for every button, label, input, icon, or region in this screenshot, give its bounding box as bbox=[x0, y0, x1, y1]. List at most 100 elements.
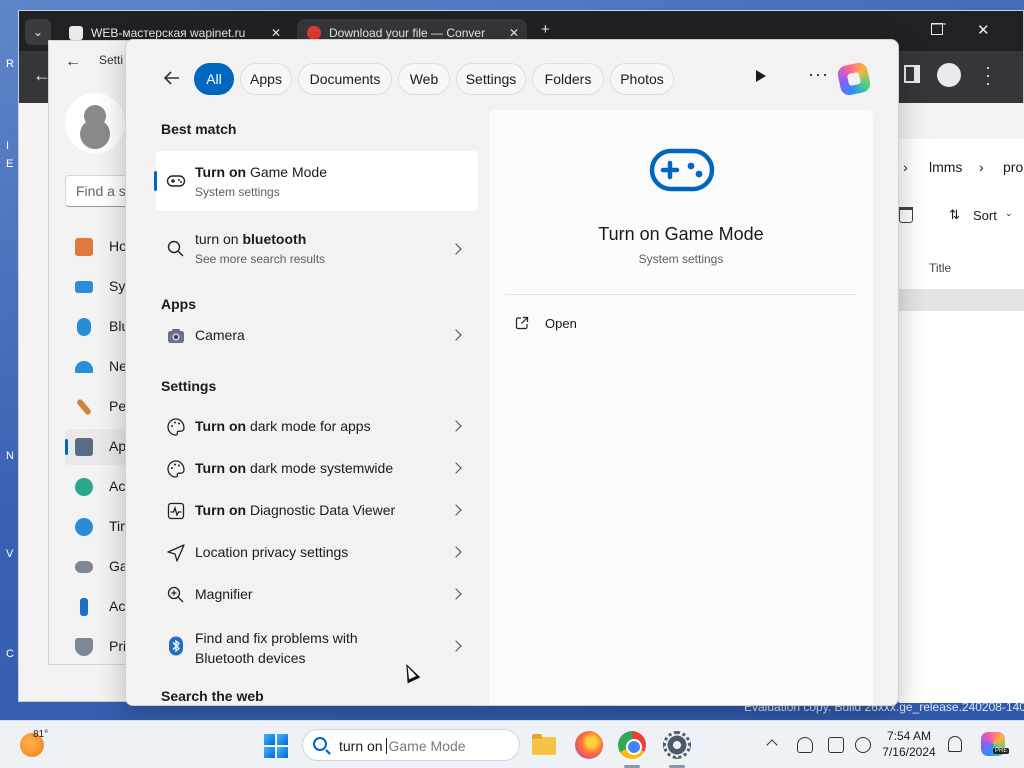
page-header-band bbox=[899, 103, 1024, 139]
chevron-right-icon bbox=[450, 329, 462, 341]
setting-result[interactable]: Magnifier bbox=[156, 574, 478, 616]
weather-temperature: 81° bbox=[33, 729, 49, 740]
filter-web[interactable]: Web bbox=[398, 63, 450, 95]
sort-button[interactable]: Sort bbox=[973, 208, 997, 223]
search-web-heading: Search the web bbox=[161, 688, 264, 704]
windows-start-icon[interactable] bbox=[264, 734, 288, 758]
app-result-camera[interactable]: Camera bbox=[156, 314, 478, 358]
gaming-icon bbox=[75, 561, 93, 573]
system-clock[interactable]: 7:54 AM 7/16/2024 bbox=[880, 728, 938, 760]
taskbar: 81° turn on Game Mode 7:54 AM 7/16/2024 … bbox=[0, 720, 1024, 768]
display-icon[interactable] bbox=[828, 737, 844, 753]
browser-tab-title: Download your file — Conver bbox=[329, 26, 486, 40]
chevron-right-icon bbox=[450, 546, 462, 558]
filter-all[interactable]: All bbox=[194, 63, 234, 95]
site-favicon-icon bbox=[307, 26, 321, 40]
best-match-result[interactable]: Turn on Game Mode System settings bbox=[154, 151, 478, 211]
setting-result[interactable]: Turn on Diagnostic Data Viewer bbox=[156, 490, 478, 532]
web-suggestion-result[interactable]: turn on bluetooth See more search result… bbox=[156, 219, 478, 279]
avatar[interactable] bbox=[65, 93, 125, 153]
gamepad-icon bbox=[166, 175, 186, 187]
chevron-down-icon: ⌄ bbox=[1005, 208, 1013, 218]
result-detail-pane: Turn on Game Mode System settings Open bbox=[489, 110, 873, 705]
sidebar-item-label: Ap bbox=[109, 438, 127, 454]
play-more-filters-icon[interactable] bbox=[756, 70, 766, 82]
column-header-title[interactable]: Title bbox=[929, 261, 951, 275]
firefox-icon[interactable] bbox=[575, 731, 603, 759]
result-title: Turn on dark mode systemwide bbox=[195, 460, 394, 476]
result-title: Location privacy settings bbox=[195, 544, 349, 560]
filter-settings[interactable]: Settings bbox=[456, 63, 526, 95]
result-title: Turn on Game Mode bbox=[195, 164, 327, 180]
breadcrumb-item[interactable]: pro bbox=[1003, 159, 1023, 175]
result-title: Turn on Diagnostic Data Viewer bbox=[195, 502, 396, 518]
kebab-menu-icon[interactable]: · · · bbox=[985, 58, 991, 92]
bluetooth-icon bbox=[77, 318, 91, 336]
setting-result-bluetooth-troubleshoot[interactable]: Find and fix problems with Bluetooth dev… bbox=[156, 616, 478, 676]
wifi-icon bbox=[75, 361, 93, 373]
result-subtitle: See more search results bbox=[195, 252, 326, 266]
search-query: turn on Game Mode bbox=[339, 738, 466, 754]
onedrive-icon[interactable] bbox=[797, 737, 813, 753]
open-external-icon bbox=[515, 316, 529, 330]
settings-gear-icon[interactable] bbox=[663, 731, 691, 759]
setting-result[interactable]: Turn on dark mode systemwide bbox=[156, 448, 478, 490]
chevron-up-icon[interactable] bbox=[766, 739, 778, 751]
trash-icon[interactable] bbox=[899, 207, 913, 223]
result-title: Camera bbox=[195, 327, 245, 343]
breadcrumb-chevron-icon: › bbox=[903, 159, 908, 175]
result-title-line1: Find and fix problems with bbox=[195, 630, 358, 646]
result-title: Magnifier bbox=[195, 586, 253, 602]
filter-apps[interactable]: Apps bbox=[240, 63, 292, 95]
setting-result[interactable]: Location privacy settings bbox=[156, 532, 478, 574]
chrome-icon[interactable] bbox=[618, 731, 646, 759]
diagnostic-icon bbox=[167, 502, 185, 520]
clock-time: 7:54 AM bbox=[886, 729, 932, 743]
page-content: › lmms › pro ⇅ Sort ⌄ Title bbox=[899, 103, 1024, 703]
browser-tab-title: WEB-мастерская wapinet.ru bbox=[91, 26, 246, 40]
close-window-icon[interactable]: ✕ bbox=[977, 21, 990, 39]
sidebar-item-label: Pri bbox=[109, 638, 127, 654]
home-icon bbox=[75, 238, 93, 256]
search-icon bbox=[313, 737, 327, 751]
search-icon bbox=[167, 240, 184, 257]
profile-avatar-icon[interactable] bbox=[937, 63, 961, 87]
file-explorer-icon[interactable] bbox=[530, 731, 558, 759]
open-label: Open bbox=[545, 316, 577, 331]
settings-heading: Settings bbox=[161, 378, 217, 394]
filter-documents[interactable]: Documents bbox=[298, 63, 392, 95]
language-icon[interactable] bbox=[855, 737, 871, 753]
notification-bell-icon[interactable] bbox=[948, 736, 962, 752]
table-row-selected[interactable] bbox=[899, 289, 1024, 311]
back-arrow-icon[interactable]: ← bbox=[65, 53, 81, 71]
filter-photos[interactable]: Photos bbox=[610, 63, 674, 95]
chevron-right-icon bbox=[450, 504, 462, 516]
side-panel-icon[interactable] bbox=[904, 65, 920, 83]
new-tab-icon[interactable]: + bbox=[541, 21, 550, 38]
copilot-icon[interactable] bbox=[836, 61, 872, 97]
chevron-right-icon bbox=[450, 462, 462, 474]
breadcrumb-item[interactable]: lmms bbox=[929, 159, 962, 175]
bluetooth-icon bbox=[169, 636, 183, 656]
account-icon bbox=[75, 478, 93, 496]
maximize-icon[interactable] bbox=[931, 23, 943, 35]
sort-arrows-icon: ⇅ bbox=[949, 207, 960, 222]
taskbar-search-input[interactable]: turn on Game Mode bbox=[302, 729, 520, 761]
filter-folders[interactable]: Folders bbox=[532, 63, 604, 95]
desktop-icon-label: V bbox=[6, 548, 14, 560]
preview-badge: PRE bbox=[993, 748, 1010, 754]
palette-icon bbox=[167, 460, 185, 478]
site-favicon-icon bbox=[69, 26, 83, 40]
chevron-right-icon bbox=[450, 588, 462, 600]
clock-date: 7/16/2024 bbox=[882, 745, 936, 759]
desktop-icon-label: E bbox=[6, 158, 14, 170]
back-arrow-icon[interactable] bbox=[162, 68, 184, 90]
more-options-icon[interactable]: ··· bbox=[808, 64, 829, 85]
apps-icon bbox=[75, 438, 93, 456]
settings-title: Setti bbox=[99, 53, 124, 67]
open-action[interactable]: Open bbox=[515, 314, 655, 338]
palette-icon bbox=[167, 418, 185, 436]
desktop-icon-label: R bbox=[6, 58, 14, 70]
setting-result[interactable]: Turn on dark mode for apps bbox=[156, 406, 478, 448]
brush-icon bbox=[75, 398, 93, 416]
